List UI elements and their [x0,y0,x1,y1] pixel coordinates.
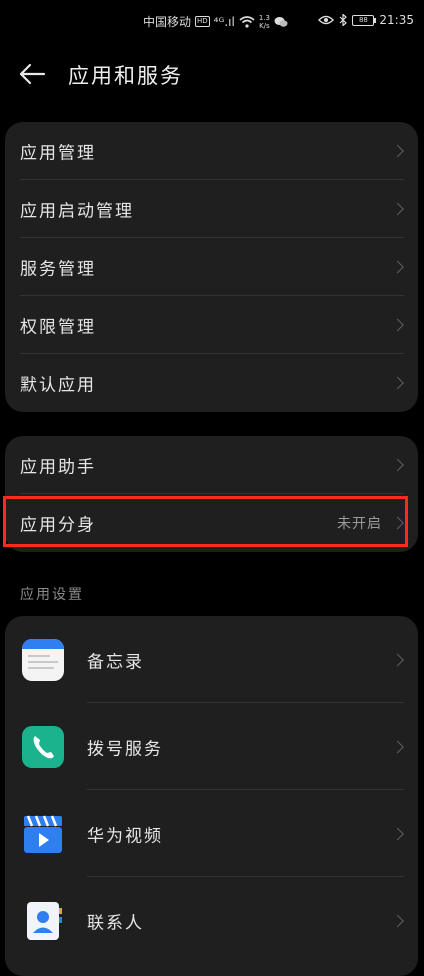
chevron-right-icon [391,376,404,390]
status-right: 88 21:35 [318,13,414,27]
wechat-icon [274,16,288,27]
app-label: 拨号服务 [87,739,163,759]
menu-item-label: 默认应用 [20,375,96,396]
back-arrow-icon[interactable] [18,62,46,86]
page-header: 应用和服务 [0,48,424,102]
status-bar: 中国移动 HD ⁴ᴳ.ıl 1.3 K/s 88 21:35 [0,0,424,48]
menu-item-permission-management[interactable]: 权限管理 [5,296,418,354]
menu-item-label: 应用启动管理 [20,201,134,222]
chevron-right-icon [391,202,404,216]
app-item-contacts[interactable]: 联系人 [5,877,418,964]
video-icon [22,812,64,855]
section-title-app-settings: 应用设置 [20,587,84,603]
chevron-right-icon [391,914,404,927]
page-title: 应用和服务 [68,64,183,88]
app-label: 华为视频 [87,826,163,846]
chevron-right-icon [391,653,404,666]
eye-icon [318,15,335,25]
notes-icon [22,638,64,681]
chevron-right-icon [391,458,404,472]
signal-icon: ⁴ᴳ.ıl [213,14,235,29]
chevron-right-icon [391,827,404,840]
speed-unit: K/s [259,21,270,30]
bluetooth-icon [339,14,348,26]
app-item-video[interactable]: 华为视频 [5,790,418,877]
menu-item-app-assistant[interactable]: 应用助手 [5,436,418,494]
app-label: 备忘录 [87,652,144,672]
menu-item-label: 权限管理 [20,317,96,338]
menu-item-label: 服务管理 [20,259,96,280]
menu-item-default-apps[interactable]: 默认应用 [5,354,418,412]
menu-item-label: 应用管理 [20,143,96,164]
contacts-icon [22,899,64,942]
menu-item-service-management[interactable]: 服务管理 [5,238,418,296]
battery-icon: 88 [352,14,377,26]
speed-value: 1.3 [258,13,270,22]
app-label: 联系人 [87,913,144,933]
status-left: 中国移动 HD ⁴ᴳ.ıl 1.3 K/s [143,13,288,30]
menu-item-app-management[interactable]: 应用管理 [5,122,418,180]
phone-icon [22,725,64,768]
highlight-box [3,496,408,547]
app-item-dialer[interactable]: 拨号服务 [5,703,418,790]
menu-item-label: 应用助手 [20,457,96,478]
app-management-card: 应用管理 应用启动管理 服务管理 权限管理 默认应用 [5,122,418,412]
chevron-right-icon [391,260,404,274]
app-item-notes[interactable]: 备忘录 [5,616,418,703]
app-settings-card: 备忘录 拨号服务 华为视频 联系人 [5,616,418,976]
chevron-right-icon [391,318,404,332]
network-speed: 1.3 K/s [259,14,270,30]
chevron-right-icon [391,144,404,158]
chevron-right-icon [391,740,404,753]
clock: 21:35 [379,13,414,27]
wifi-icon [239,15,255,28]
menu-item-app-launch-management[interactable]: 应用启动管理 [5,180,418,238]
hd-badge: HD [195,16,210,27]
carrier-name: 中国移动 [143,15,192,29]
